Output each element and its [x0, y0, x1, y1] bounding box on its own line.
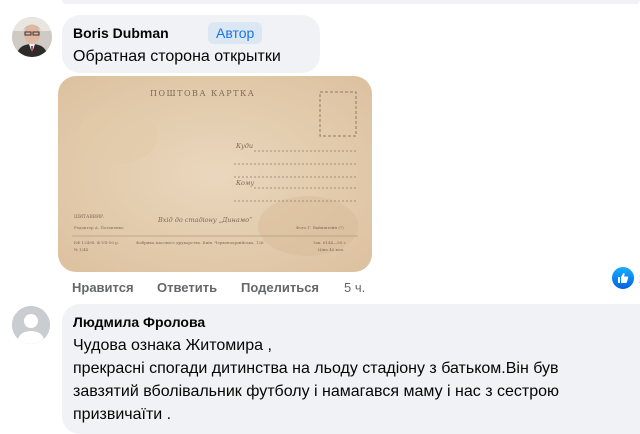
reaction-summary[interactable]: 2: [610, 265, 640, 291]
postcard-header: ПОШТОВА КАРТКА: [150, 89, 255, 98]
comment-timestamp[interactable]: 5 ч.: [344, 280, 365, 296]
postcard-field-whom: Кому: [235, 179, 254, 187]
postcard-caption: Вхід до стадіону „Динамо“: [157, 216, 253, 224]
comment-text-line: завзятий вболівальник футболу і намагавс…: [73, 383, 559, 400]
comment-text: Обратная сторона открытки: [73, 48, 281, 65]
postcard-publisher: ШИТАВВИР.: [74, 214, 105, 220]
like-icon: [610, 265, 636, 291]
comment-author[interactable]: Людмила Фролова: [73, 313, 205, 331]
postcard-print-line: БФ 12498. Ф.VII-50 р.: [74, 240, 119, 245]
postcard-order: Зак. 6144—50 г.: [313, 240, 347, 245]
postcard-editor: Редактор А. Потапенко: [74, 225, 124, 230]
postcard-photo-credit: Фото Г. Вайнштейн (?): [296, 225, 344, 230]
postcard-price-number: № 1/44: [74, 247, 88, 252]
postcard-press: Фабрика масового друкарства. Київ. Черво…: [136, 240, 264, 245]
share-button[interactable]: Поделиться: [241, 280, 319, 296]
postcard-back-image[interactable]: ПОШТОВА КАРТКА Куди Кому Вхід до стадіон…: [58, 76, 372, 272]
comment-text-line: Чудова ознака Житомира ,: [73, 337, 272, 354]
comment-author[interactable]: Boris Dubman: [73, 24, 169, 42]
author-badge: Автор: [208, 22, 263, 44]
person-photo-icon: [12, 17, 52, 57]
like-button[interactable]: Нравится: [72, 280, 134, 296]
postcard-price: Ціна 40 коп.: [318, 247, 344, 252]
previous-comment-bubble: [62, 0, 640, 4]
default-avatar-icon: [12, 306, 50, 344]
reply-button[interactable]: Ответить: [157, 280, 217, 296]
avatar[interactable]: [12, 306, 50, 344]
comment-text-line: призвичаїти .: [73, 406, 172, 423]
avatar[interactable]: [12, 17, 52, 57]
postcard-field-to: Куди: [235, 142, 253, 150]
comment-text-line: прекрасні спогади дитинства на льоду ста…: [73, 360, 559, 377]
